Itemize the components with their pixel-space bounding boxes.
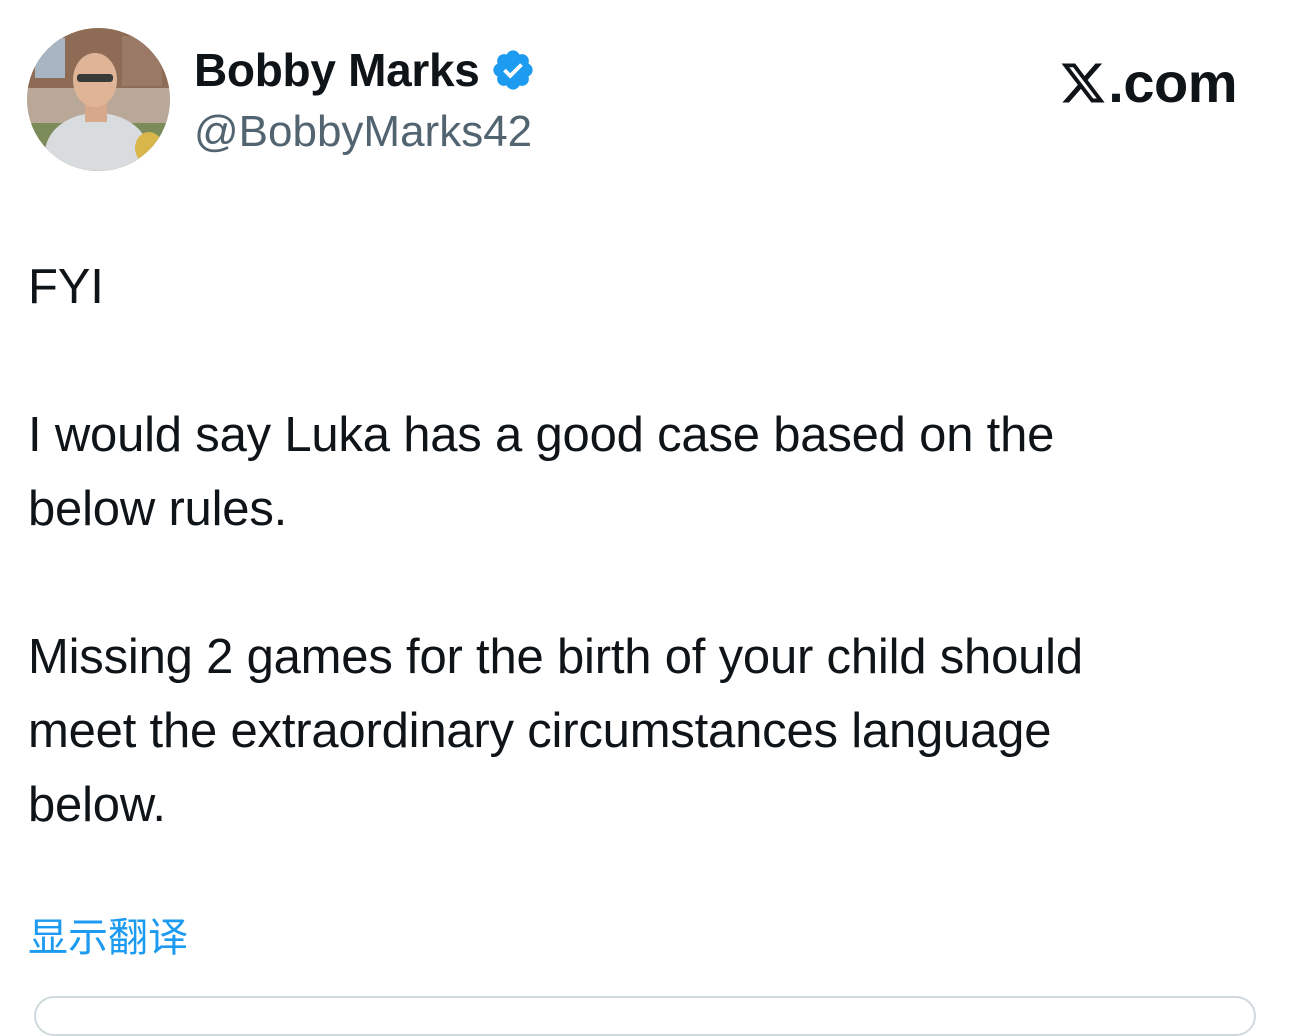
tweet-paragraph: FYI [28, 260, 104, 314]
display-name-row: Bobby Marks [194, 40, 536, 100]
display-name[interactable]: Bobby Marks [194, 40, 480, 100]
show-translation-link[interactable]: 显示翻译 [28, 910, 188, 966]
tweet-paragraph: Missing 2 games for the birth of your ch… [28, 630, 1083, 832]
brand-domain: .com [1108, 51, 1237, 114]
avatar-photo [27, 28, 170, 171]
avatar[interactable] [27, 28, 170, 171]
user-info: Bobby Marks @BobbyMarks42 [194, 40, 536, 162]
tweet-text: FYI I would say Luka has a good case bas… [28, 250, 1258, 842]
tweet-header: Bobby Marks @BobbyMarks42 .com [27, 28, 1263, 173]
x-logo-icon [1058, 59, 1108, 107]
quoted-tweet-card[interactable] [34, 996, 1256, 1036]
tweet-paragraph: I would say Luka has a good case based o… [28, 408, 1055, 536]
verified-badge-icon [490, 47, 536, 93]
user-handle[interactable]: @BobbyMarks42 [194, 102, 536, 162]
brand-logo: .com [1058, 48, 1237, 118]
